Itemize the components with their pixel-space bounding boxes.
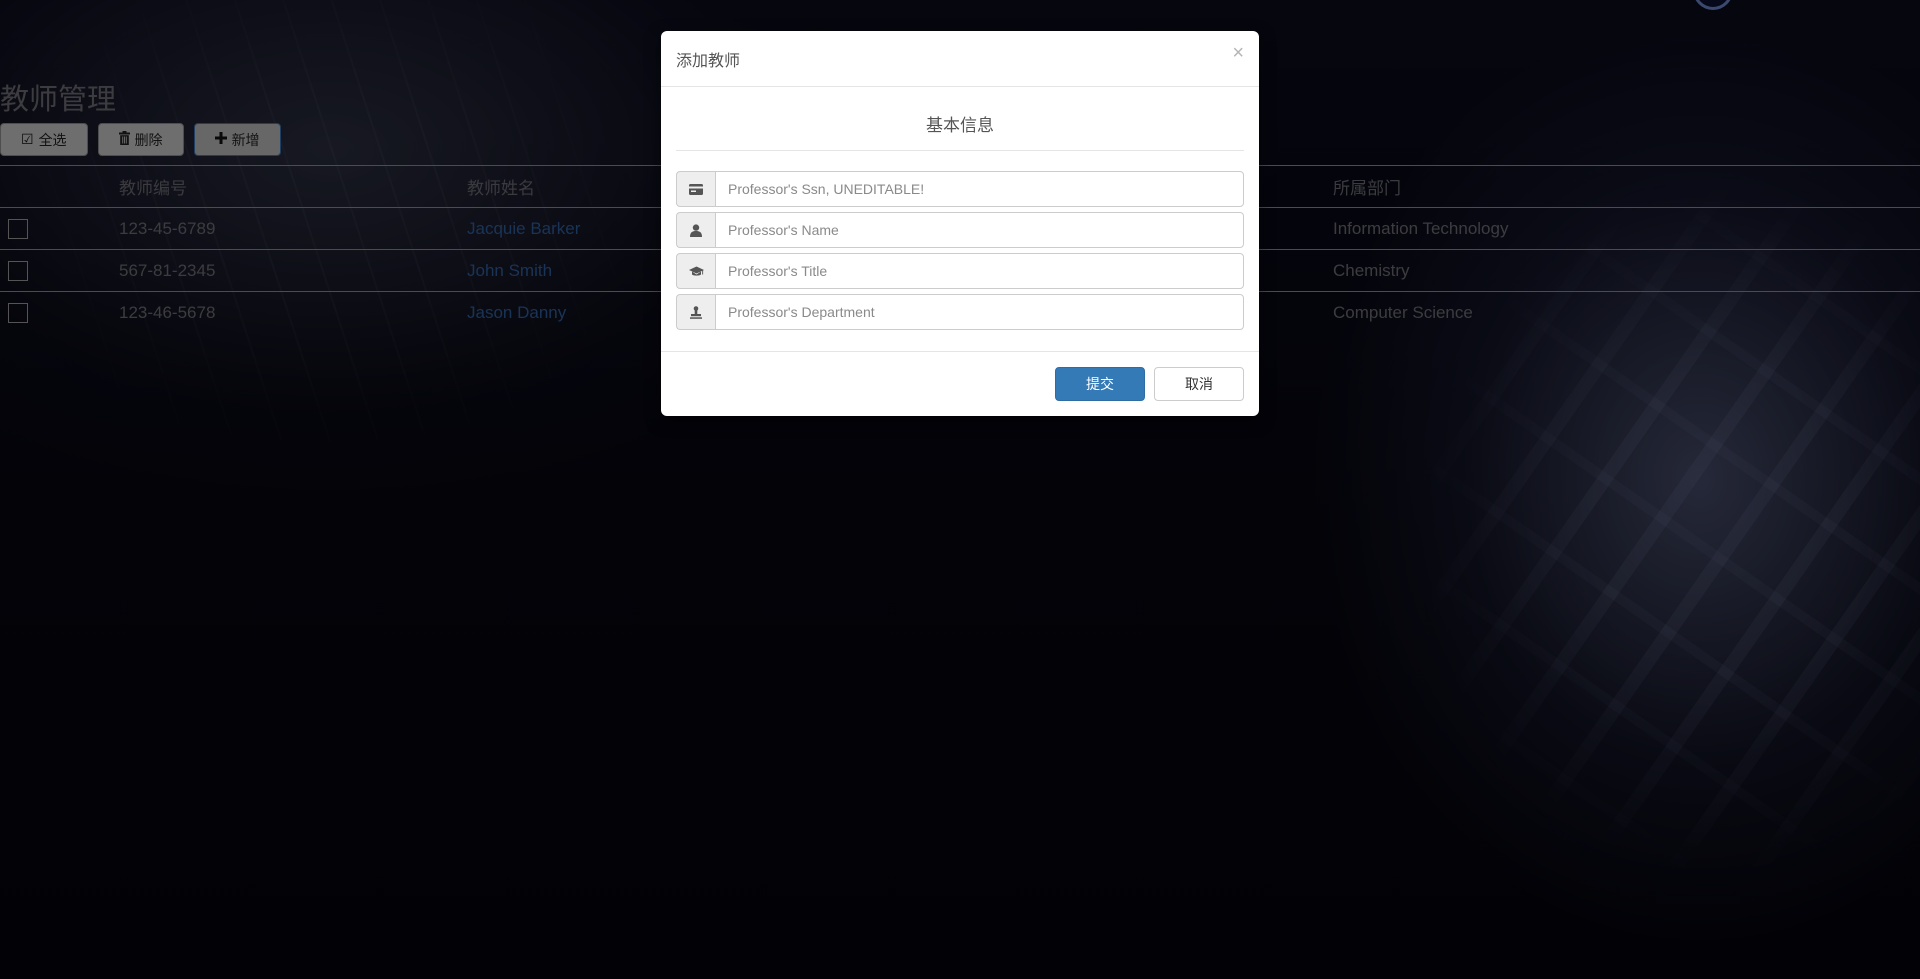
close-icon[interactable]: ×	[1232, 43, 1244, 63]
department-field	[676, 294, 1244, 330]
modal-footer: 提交 取消	[661, 352, 1259, 416]
id-card-icon	[676, 171, 715, 207]
department-input[interactable]	[715, 294, 1244, 330]
modal-body: 基本信息	[661, 87, 1259, 352]
ssn-field	[676, 171, 1244, 207]
modal-header: 添加教师 ×	[661, 31, 1259, 87]
section-title: 基本信息	[676, 87, 1244, 151]
ssn-input[interactable]	[715, 171, 1244, 207]
stamp-icon	[676, 294, 715, 330]
user-icon	[676, 212, 715, 248]
title-field	[676, 253, 1244, 289]
cancel-button[interactable]: 取消	[1154, 367, 1244, 401]
add-teacher-modal: 添加教师 × 基本信息 Professor's Ssn, UNEDITABLE!…	[661, 31, 1259, 416]
name-field	[676, 212, 1244, 248]
modal-title: 添加教师	[676, 51, 741, 70]
name-input[interactable]	[715, 212, 1244, 248]
graduation-cap-icon	[676, 253, 715, 289]
submit-button[interactable]: 提交	[1055, 367, 1145, 401]
title-input[interactable]	[715, 253, 1244, 289]
